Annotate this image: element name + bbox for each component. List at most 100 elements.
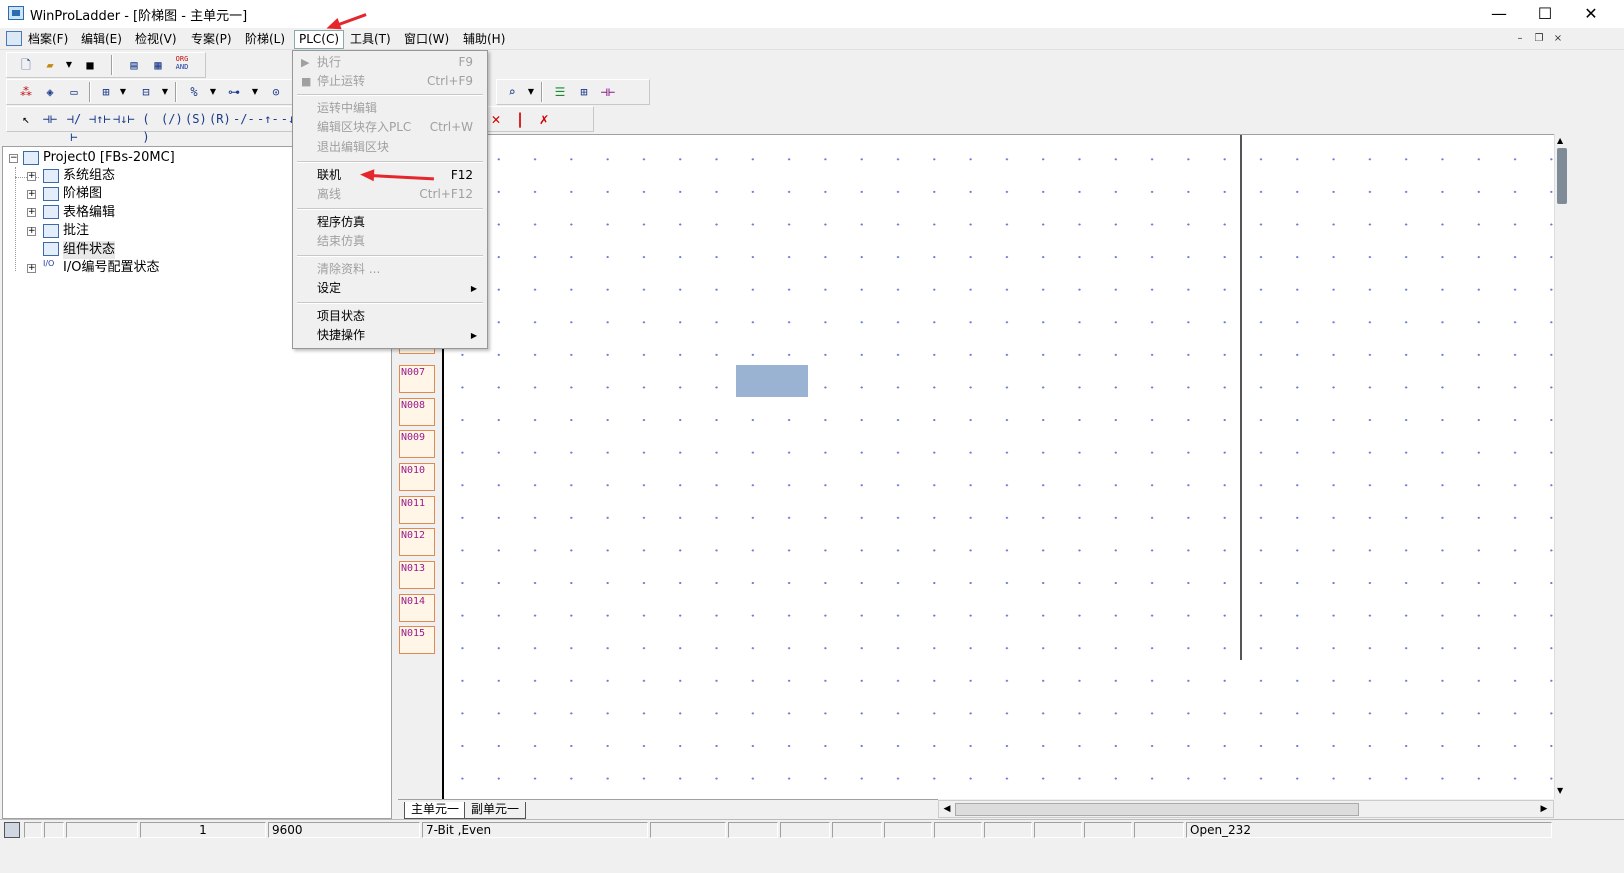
menu-view[interactable]: 检视(V) (131, 31, 181, 48)
scroll-up-icon[interactable]: ▲ (1557, 136, 1563, 145)
pulse-icon[interactable]: -↑- (257, 110, 279, 128)
delete-icon[interactable]: ✕ (487, 110, 505, 128)
list-icon[interactable]: ☰ (551, 83, 569, 101)
menu-item-stop[interactable]: ■ 停止运转 Ctrl+F9 (295, 72, 485, 91)
pointer-icon[interactable]: ↖ (17, 110, 35, 128)
maximize-button[interactable]: ☐ (1522, 0, 1568, 28)
tree-item-ladder[interactable]: 阶梯图 (63, 185, 102, 203)
coil-icon[interactable]: ( ) (137, 110, 155, 144)
expand-icon[interactable]: + (27, 208, 36, 217)
rung-label[interactable]: N008 (399, 398, 435, 426)
invert-icon[interactable]: -/- (233, 110, 255, 128)
percent-icon[interactable]: % (185, 83, 203, 101)
collapse-icon[interactable]: − (9, 154, 18, 163)
minimize-button[interactable]: — (1476, 0, 1522, 28)
close-button[interactable]: ✕ (1568, 0, 1614, 28)
vertical-scroll-thumb[interactable] (1557, 148, 1567, 204)
tree-item-io-config[interactable]: I/O编号配置状态 (63, 259, 159, 277)
edit-cursor[interactable] (736, 365, 808, 397)
menu-item-simulate[interactable]: 程序仿真 (295, 213, 485, 232)
block-dropdown-icon[interactable]: ▼ (161, 83, 169, 101)
monitor-icon[interactable]: ⊙ (267, 83, 285, 101)
percent-dropdown-icon[interactable]: ▼ (209, 83, 217, 101)
delete-rung-icon[interactable]: ✗ (535, 110, 553, 128)
menu-item-run[interactable]: ▶ 执行 F9 (295, 53, 485, 72)
new-file-icon[interactable]: 🗋 (17, 56, 35, 74)
org-and-icon[interactable]: ORG AND (173, 55, 191, 73)
menu-plc[interactable]: PLC(C) (294, 30, 345, 49)
menu-item-end-simulate[interactable]: 结束仿真 (295, 232, 485, 251)
mdi-close-button[interactable]: × (1550, 31, 1566, 46)
tree-item-table-edit[interactable]: 表格编辑 (63, 204, 115, 222)
reset-coil-icon[interactable]: (R) (209, 110, 231, 128)
mdi-restore-button[interactable]: ❐ (1531, 31, 1547, 46)
menu-tools[interactable]: 工具(T) (346, 31, 395, 48)
block-icon[interactable]: ⊟ (137, 83, 155, 101)
insert-dropdown-icon[interactable]: ▼ (119, 83, 127, 101)
coil-not-icon[interactable]: (/) (161, 110, 183, 128)
rung-label[interactable]: N011 (399, 496, 435, 524)
vertical-scrollbar[interactable]: ▲ ▼ (1554, 134, 1568, 799)
menu-edit[interactable]: 编辑(E) (77, 31, 126, 48)
expand-icon[interactable]: + (27, 190, 36, 199)
scroll-down-icon[interactable]: ▼ (1557, 786, 1563, 795)
document-icon[interactable] (6, 31, 22, 46)
expand-icon[interactable]: + (27, 227, 36, 236)
table-view-icon[interactable]: ▦ (149, 56, 167, 74)
expand-icon[interactable]: + (27, 172, 36, 181)
tab-sub-unit[interactable]: 副单元一 (464, 802, 527, 819)
contact-icon[interactable]: ⊣⊢ (599, 83, 617, 101)
menu-ladder[interactable]: 阶梯(L) (241, 31, 289, 48)
open-dropdown-icon[interactable]: ▼ (65, 56, 73, 74)
rung-label[interactable]: N015 (399, 626, 435, 654)
menu-file[interactable]: 档案(F) (24, 31, 72, 48)
horizontal-scrollbar[interactable]: ◀ ▶ (938, 800, 1554, 818)
ladder-view-icon[interactable]: ▤ (125, 56, 143, 74)
menu-item-quick-ops[interactable]: 快捷操作 ▶ (295, 326, 485, 345)
rung-label[interactable]: N013 (399, 561, 435, 589)
horizontal-scroll-thumb[interactable] (955, 803, 1359, 816)
mdi-minimize-button[interactable]: – (1512, 31, 1528, 46)
contact-a-icon[interactable]: ⊣⊢ (41, 110, 59, 128)
network-icon[interactable]: ⁂ (17, 83, 35, 101)
delete-vertical-icon[interactable]: |✕ (511, 110, 529, 146)
save-icon[interactable]: ■ (81, 56, 99, 74)
find-dropdown-icon[interactable]: ▼ (527, 83, 535, 101)
tag-icon[interactable]: ⊶ (225, 83, 243, 101)
grid-icon[interactable]: ⊞ (575, 83, 593, 101)
contact-b-icon[interactable]: ⊣/⊢ (65, 110, 83, 144)
tree-item-component-status[interactable]: 组件状态 (63, 241, 116, 259)
tree-item-system-config[interactable]: 系统组态 (63, 167, 115, 185)
menu-item-exit-block[interactable]: 退出编辑区块 (295, 138, 485, 157)
eraser-icon[interactable]: ◈ (41, 83, 59, 101)
find-icon[interactable]: ⌕ (503, 83, 521, 101)
menu-project[interactable]: 专案(P) (187, 31, 236, 48)
menu-help[interactable]: 辅助(H) (459, 31, 509, 48)
scroll-right-icon[interactable]: ▶ (1537, 802, 1551, 816)
rung-label[interactable]: N007 (399, 365, 435, 393)
menu-item-save-block[interactable]: 编辑区块存入PLC Ctrl+W (295, 118, 485, 137)
insert-icon[interactable]: ⊞ (97, 83, 115, 101)
contact-down-icon[interactable]: ⊣↓⊢ (113, 110, 135, 128)
menu-item-online-edit[interactable]: 运转中编辑 (295, 99, 485, 118)
comment-icon[interactable]: ▭ (65, 83, 83, 101)
menu-item-offline[interactable]: 离线 Ctrl+F12 (295, 185, 485, 204)
menu-item-settings[interactable]: 设定 ▶ (295, 279, 485, 298)
menu-window[interactable]: 窗口(W) (400, 31, 453, 48)
scroll-left-icon[interactable]: ◀ (940, 802, 954, 816)
set-coil-icon[interactable]: (S) (185, 110, 207, 128)
tag-dropdown-icon[interactable]: ▼ (251, 83, 259, 101)
tab-main-unit[interactable]: 主单元一 (404, 802, 467, 819)
rung-label[interactable]: N014 (399, 594, 435, 622)
menu-item-project-status[interactable]: 项目状态 (295, 307, 485, 326)
menu-item-clear-data[interactable]: 清除资料 ... (295, 260, 485, 279)
tree-item-comment[interactable]: 批注 (63, 222, 89, 240)
rung-label[interactable]: N009 (399, 430, 435, 458)
rung-label[interactable]: N012 (399, 528, 435, 556)
open-folder-icon[interactable]: ▰ (41, 56, 59, 74)
contact-up-icon[interactable]: ⊣↑⊢ (89, 110, 111, 128)
expand-icon[interactable]: + (27, 264, 36, 273)
rung-label[interactable]: N010 (399, 463, 435, 491)
ladder-canvas[interactable]: N007 N008 N009 N010 N011 N012 N013 N014 … (398, 134, 1554, 800)
tree-root[interactable]: Project0 [FBs-20MC] (43, 149, 175, 167)
